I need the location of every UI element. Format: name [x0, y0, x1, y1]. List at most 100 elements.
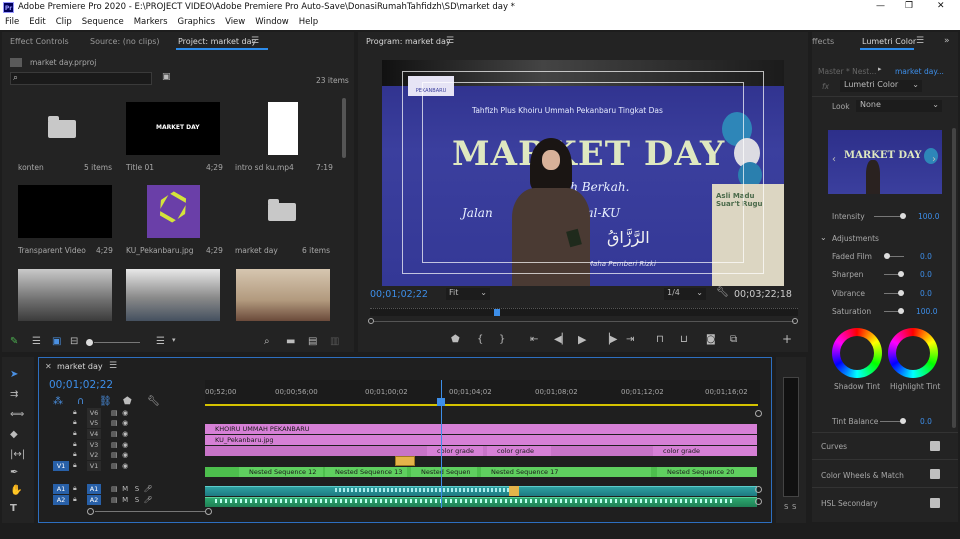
camera-icon[interactable]: ◙ [706, 334, 716, 345]
menu-edit[interactable]: Edit [24, 16, 50, 30]
linked-selection-icon[interactable]: ⛓ [99, 396, 112, 407]
mark-out-icon[interactable]: } [499, 334, 505, 345]
track-label-v1[interactable]: V1 [87, 461, 101, 471]
curves-section[interactable]: Curves [821, 442, 847, 451]
menu-graphics[interactable]: Graphics [173, 16, 221, 30]
tab-timeline-market-day[interactable]: market day [57, 362, 103, 371]
vertical-scroll-top[interactable] [755, 410, 762, 417]
extract-icon[interactable]: ⊔ [680, 334, 688, 345]
menu-help[interactable]: Help [294, 16, 323, 30]
faded-film-slider[interactable] [888, 256, 904, 257]
wrench-icon[interactable]: 🔧︎ [716, 287, 729, 298]
next-look-icon[interactable]: › [932, 154, 936, 165]
look-dropdown[interactable]: None ⌄ [856, 100, 942, 112]
scroll-right-handle[interactable] [792, 318, 798, 324]
find-icon[interactable]: ⌕ [264, 336, 270, 347]
go-to-out-icon[interactable]: ⇥ [626, 334, 634, 345]
menu-sequence[interactable]: Sequence [77, 16, 129, 30]
lock-icon[interactable]: 🔒︎ [73, 495, 77, 504]
razor-tool-icon[interactable]: ◆ [10, 429, 18, 440]
project-thumbnail-photo-2[interactable] [126, 269, 220, 321]
lock-icon[interactable]: 🔒︎ [73, 429, 77, 438]
lock-icon[interactable]: 🔒︎ [73, 450, 77, 459]
lift-icon[interactable]: ⊓ [656, 334, 664, 345]
vibrance-value[interactable]: 0.0 [920, 289, 932, 298]
new-search-bin-icon[interactable]: ▣ [162, 72, 171, 82]
saturation-value[interactable]: 100.0 [916, 307, 937, 316]
sharpen-knob[interactable] [898, 271, 904, 277]
track-label-v6[interactable]: V6 [87, 408, 101, 418]
tab-effects[interactable]: ffects [812, 37, 834, 46]
timeline-timecode[interactable]: 00;01;02;22 [49, 379, 113, 391]
clip-color-grade-3[interactable]: color grade [653, 446, 757, 456]
go-to-in-icon[interactable]: ⇤ [530, 334, 538, 345]
master-clip-label[interactable]: Master * Nest... [818, 67, 876, 76]
tint-balance-knob[interactable] [900, 418, 906, 424]
step-back-icon[interactable]: ◀▏ [554, 334, 569, 345]
panel-menu-icon[interactable]: ☰ [109, 361, 117, 371]
menu-clip[interactable]: Clip [51, 16, 77, 30]
tab-source[interactable]: Source: (no clips) [90, 37, 160, 46]
track-controls-v1[interactable]: ▤ ◉ [111, 461, 128, 471]
work-area-bar[interactable] [205, 404, 758, 406]
clip-nested-12[interactable]: Nested Sequence 12 [239, 467, 323, 477]
solo-left[interactable]: S [784, 503, 788, 511]
track-label-v4[interactable]: V4 [87, 429, 101, 439]
project-thumbnail-photo-1[interactable] [18, 269, 112, 321]
settings-wrench-icon[interactable]: 🔧︎ [147, 396, 160, 407]
lock-icon[interactable]: 🔒︎ [73, 461, 77, 470]
tracks-area[interactable]: KHOIRU UMMAH PEKANBARU KU_Pekanbaru.jpg … [205, 380, 760, 508]
track-label-v5[interactable]: V5 [87, 418, 101, 428]
lumetri-scrollbar[interactable] [952, 128, 956, 428]
pencil-icon[interactable]: ✎ [10, 336, 18, 347]
timeline-playhead-handle[interactable] [437, 398, 445, 406]
zoom-slider-knob[interactable] [86, 339, 93, 346]
track-controls-v4[interactable]: ▤ ◉ [111, 429, 128, 439]
project-item-title01[interactable]: MARKET DAY [126, 102, 220, 155]
lock-icon[interactable]: 🔒︎ [73, 408, 77, 417]
ripple-edit-tool-icon[interactable]: ⟺ [10, 409, 24, 420]
sharpen-value[interactable]: 0.0 [920, 270, 932, 279]
nest-icon[interactable]: ⁂ [53, 396, 63, 407]
track-controls-v6[interactable]: ▤ ◉ [111, 408, 128, 418]
list-view-icon[interactable]: ☰ [32, 336, 41, 347]
track-label-a2[interactable]: A2 [87, 495, 101, 505]
type-tool-icon[interactable]: T [10, 503, 17, 514]
tint-balance-value[interactable]: 0.0 [920, 417, 932, 426]
selection-tool-icon[interactable]: ➤ [10, 369, 18, 380]
menu-view[interactable]: View [220, 16, 250, 30]
tab-effect-controls[interactable]: Effect Controls [10, 37, 69, 46]
fit-dropdown[interactable]: Fit ⌄ [446, 288, 490, 300]
icon-view-icon[interactable]: ▣ [52, 336, 61, 347]
project-thumbnail-photo-3[interactable] [236, 269, 330, 321]
tab-lumetri-color[interactable]: Lumetri Color [862, 37, 916, 46]
source-patch-a1[interactable]: A1 [53, 484, 69, 494]
horizontal-scroll-left[interactable] [87, 508, 94, 515]
sort-dropdown-icon[interactable]: ▾ [172, 336, 176, 344]
pen-tool-icon[interactable]: ✒ [10, 467, 18, 478]
minimize-button[interactable]: — [876, 1, 885, 11]
clip-nested-13[interactable]: Nested Sequence 13 [325, 467, 407, 477]
clip-v4[interactable]: KU_Pekanbaru.jpg [205, 435, 757, 445]
track-label-v2[interactable]: V2 [87, 450, 101, 460]
lock-icon[interactable]: 🔒︎ [73, 440, 77, 449]
color-wheels-section[interactable]: Color Wheels & Match [821, 471, 904, 480]
snap-icon[interactable]: ∩ [77, 396, 84, 407]
fx-select-dropdown[interactable]: Lumetri Color ⌄ [840, 80, 922, 92]
clip-color-grade-2[interactable]: color grade [487, 446, 551, 456]
project-item-market-day[interactable] [236, 185, 332, 240]
track-select-tool-icon[interactable]: ⇉ [10, 389, 18, 400]
vertical-scroll-end[interactable] [755, 498, 762, 505]
program-playhead[interactable] [494, 309, 500, 316]
track-controls-v2[interactable]: ▤ ◉ [111, 450, 128, 460]
expand-panels-icon[interactable]: » [944, 36, 950, 46]
menu-markers[interactable]: Markers [129, 16, 173, 30]
project-scrollbar[interactable] [342, 98, 346, 158]
collapse-chevron-icon[interactable]: ⌄ [820, 233, 827, 242]
program-zoom-bar[interactable] [374, 321, 794, 322]
comparison-view-icon[interactable]: ⧉ [730, 334, 737, 345]
tab-project[interactable]: Project: market day [178, 37, 256, 46]
resolution-dropdown[interactable]: 1/4 ⌄ [664, 288, 706, 300]
curves-checkbox[interactable] [930, 441, 940, 451]
intensity-slider-knob[interactable] [900, 213, 906, 219]
